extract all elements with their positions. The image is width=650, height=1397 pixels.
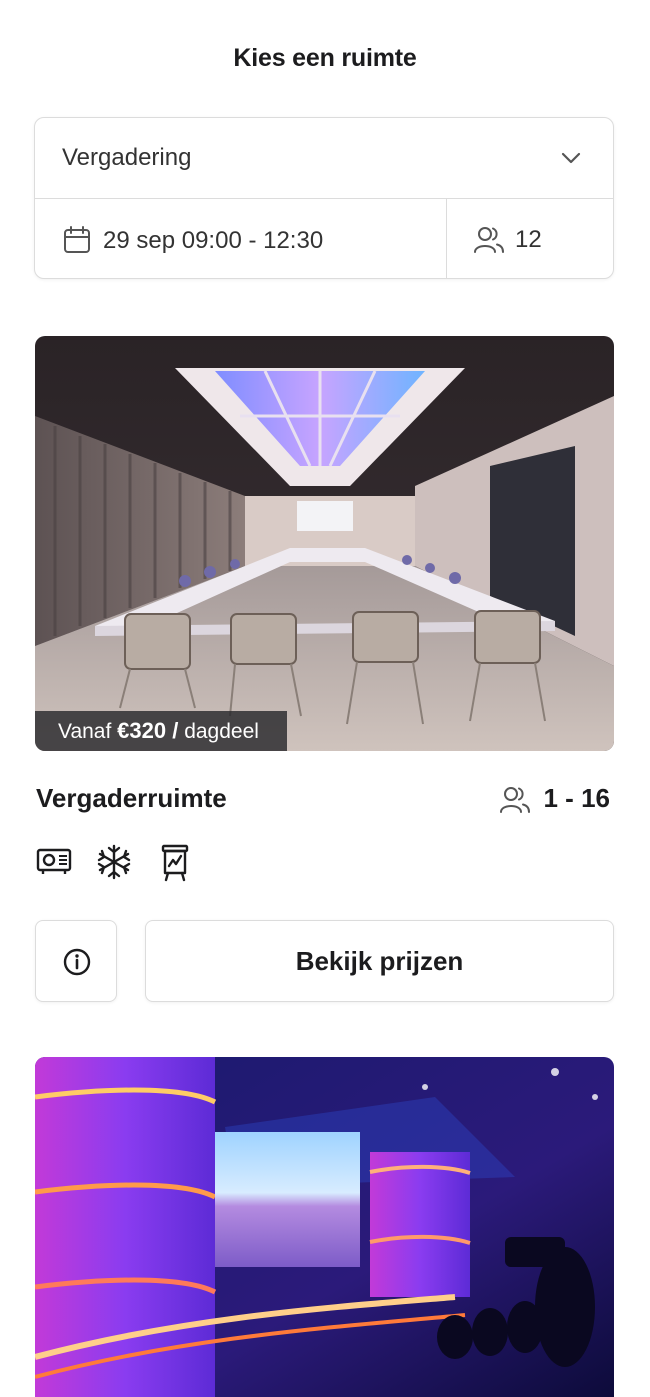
date-time-value: 29 sep 09:00 - 12:30: [103, 227, 324, 254]
chevron-down-icon: [561, 152, 581, 164]
page-title: Kies een ruimte: [233, 44, 417, 72]
price-amount: €320 /: [117, 718, 179, 743]
flipchart-icon: [160, 844, 190, 887]
view-prices-button[interactable]: Bekijk prijzen: [145, 920, 614, 1002]
event-type-value: Vergadering: [62, 144, 192, 171]
attendees-field[interactable]: 12: [447, 199, 613, 279]
attendees-value: 12: [515, 226, 542, 253]
event-type-select[interactable]: Vergadering: [35, 118, 613, 199]
room-info-button[interactable]: [35, 920, 117, 1002]
people-icon: [500, 787, 530, 813]
event-hall-image: [35, 1057, 614, 1397]
room-capacity: 1 - 16: [490, 783, 610, 817]
snowflake-icon: [96, 844, 132, 885]
room-name: Vergaderruimte: [36, 783, 227, 813]
search-filters: Vergadering 29 sep 09:00 - 12:30 12: [34, 117, 614, 279]
price-tag: Vanaf €320 / dagdeel: [35, 711, 287, 751]
info-icon: [63, 948, 91, 976]
meeting-room-image: [35, 336, 614, 751]
price-unit: dagdeel: [184, 720, 259, 743]
room-photo[interactable]: [35, 1057, 614, 1397]
room-photo[interactable]: Vanaf €320 / dagdeel: [35, 336, 614, 751]
price-prefix: Vanaf: [58, 720, 112, 743]
projector-icon: [36, 844, 72, 881]
date-time-field[interactable]: 29 sep 09:00 - 12:30: [35, 199, 447, 279]
capacity-value: 1 - 16: [543, 783, 611, 813]
calendar-icon: [64, 226, 90, 253]
people-icon: [474, 227, 504, 253]
